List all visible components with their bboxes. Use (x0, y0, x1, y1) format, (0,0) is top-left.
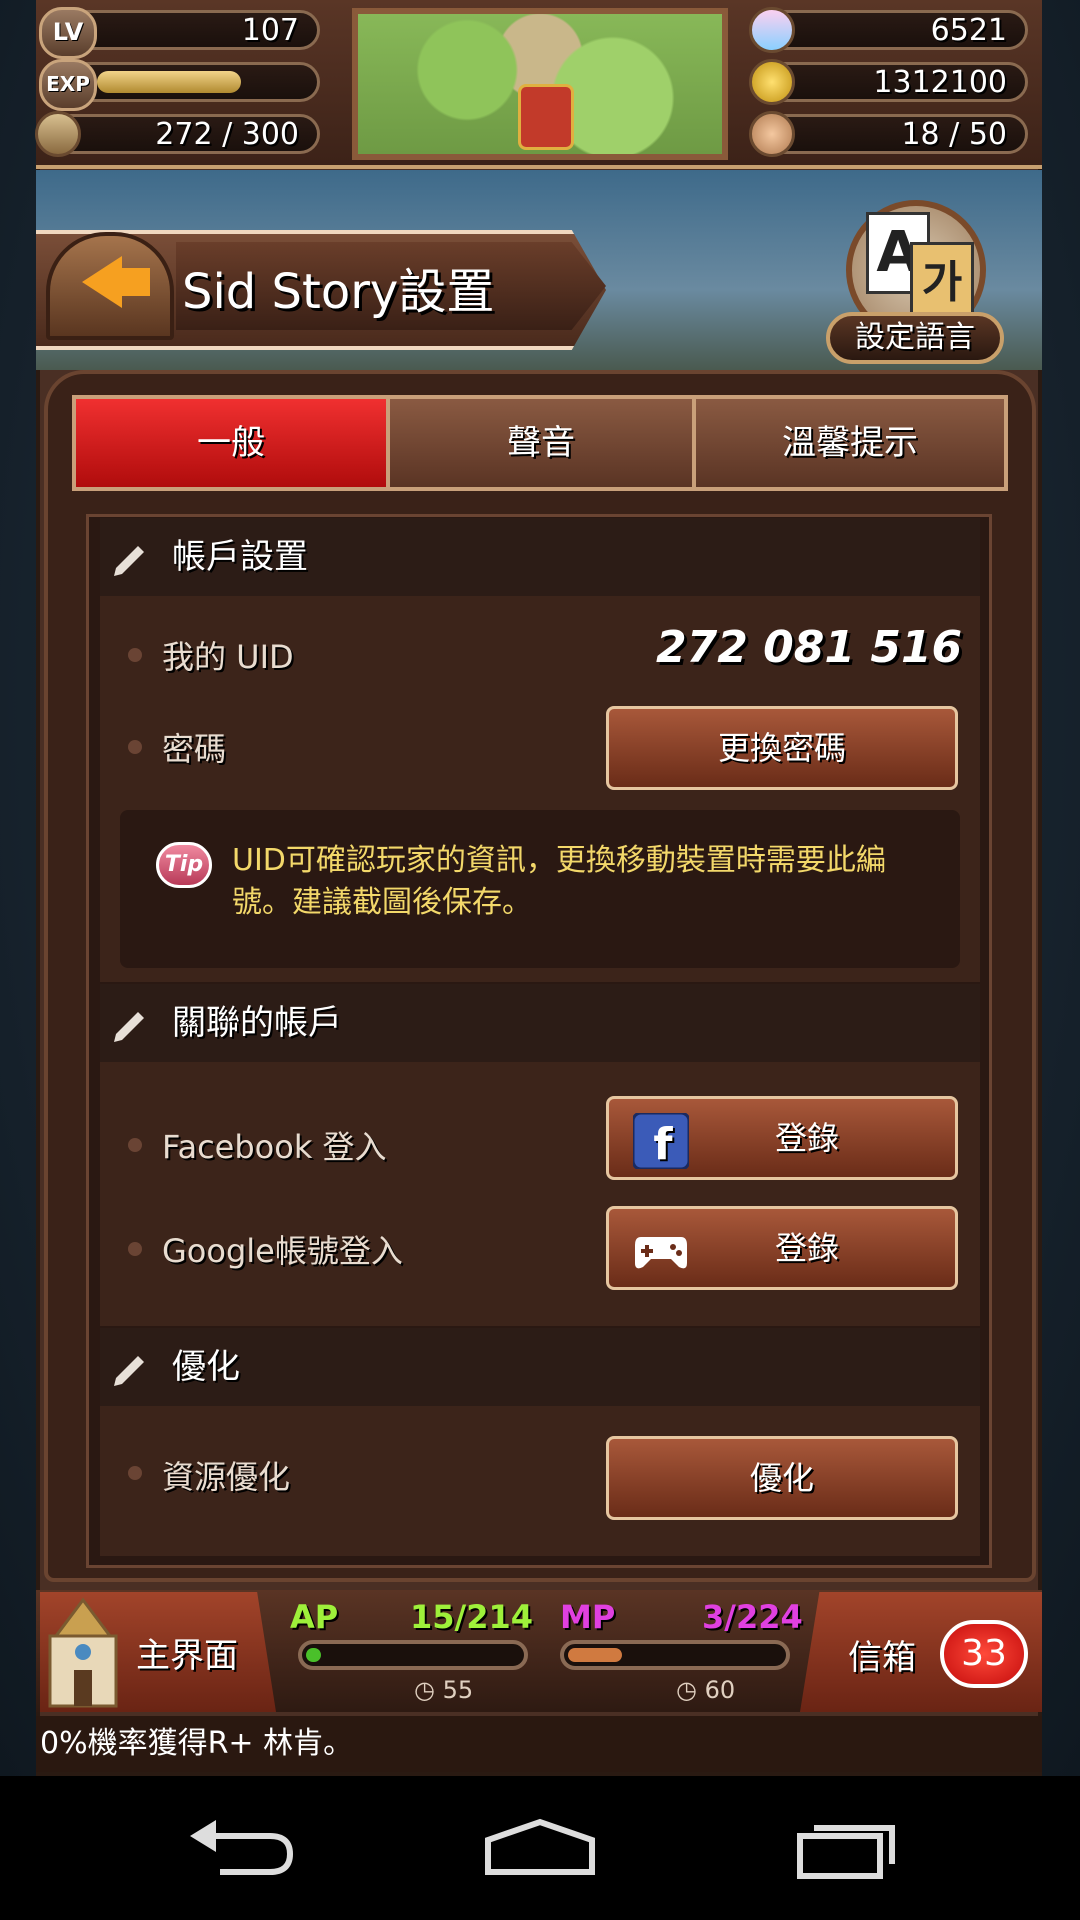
clock-icon: ◷ (414, 1676, 443, 1704)
gem-display[interactable]: 6521 (749, 7, 1028, 53)
linked-section-title: 關聯的帳戶 (172, 1003, 342, 1043)
password-label: 密碼 (162, 730, 227, 768)
facebook-login-label: 登錄 (775, 1119, 840, 1157)
facebook-icon: f (633, 1113, 689, 1169)
gold-display[interactable]: 1312100 (749, 59, 1028, 105)
mp-value: 3/224 (702, 1598, 803, 1636)
exp-fill (97, 71, 241, 93)
svg-text:f: f (653, 1119, 673, 1169)
home-label: 主界面 (136, 1636, 238, 1676)
back-arrow-icon (82, 256, 122, 308)
gold-value: 1312100 (873, 65, 1007, 100)
back-icon[interactable] (180, 1816, 300, 1880)
mp-label: MP (560, 1598, 616, 1636)
pencil-icon (114, 1356, 144, 1386)
optimize-button[interactable]: 優化 (606, 1436, 958, 1520)
tab-bar: 一般 聲音 溫馨提示 (72, 395, 1008, 491)
facebook-login-button[interactable]: f 登錄 (606, 1096, 958, 1180)
exp-bar: EXP (39, 59, 320, 111)
uid-label: 我的 UID (162, 638, 294, 676)
google-login-label: 登錄 (775, 1229, 840, 1267)
diamond-icon (749, 7, 795, 53)
ap-meter (298, 1640, 528, 1670)
tip-text: UID可確認玩家的資訊，更換移動裝置時需要此編號。建議截圖後保存。 (232, 843, 886, 920)
change-password-button[interactable]: 更換密碼 (606, 706, 958, 790)
ap-timer-value: 55 (442, 1676, 474, 1704)
language-button[interactable]: A 가 設定語言 (826, 200, 1006, 370)
level-display: LV 107 (39, 7, 320, 59)
account-section-title: 帳戶設置 (172, 537, 308, 577)
ap-value: 15/214 (410, 1598, 534, 1636)
uid-value: 272 081 516 (656, 622, 963, 673)
tip-box: Tip UID可確認玩家的資訊，更換移動裝置時需要此編號。建議截圖後保存。 (120, 810, 960, 968)
recents-icon[interactable] (780, 1816, 900, 1880)
account-section-header: 帳戶設置 (100, 518, 980, 596)
page-title: Sid Story設置 (182, 264, 495, 320)
coin-icon (749, 59, 795, 105)
castle-icon (48, 1597, 118, 1708)
android-nav-bar (0, 1776, 1080, 1920)
linked-section-header: 關聯的帳戶 (100, 984, 980, 1062)
resource-optimize-label: 資源優化 (162, 1458, 291, 1496)
gem-value: 6521 (930, 13, 1007, 48)
mp-fill (568, 1648, 622, 1662)
tab-sound[interactable]: 聲音 (386, 395, 696, 491)
tip-icon: Tip (156, 842, 212, 888)
mp-timer-value: 60 (704, 1676, 736, 1704)
level-badge: LV (39, 7, 97, 59)
pencil-icon (114, 546, 144, 576)
exp-badge: EXP (39, 59, 97, 111)
castle-emblem-icon (518, 84, 574, 150)
optimize-section-header: 優化 (100, 1328, 980, 1406)
google-login-button[interactable]: 登錄 (606, 1206, 958, 1290)
mail-count-badge: 33 (940, 1620, 1028, 1688)
ap-timer: ◷ 55 (414, 1676, 473, 1704)
friends-display[interactable]: 18 / 50 (749, 111, 1028, 157)
friends-value: 18 / 50 (901, 117, 1007, 152)
face-icon (749, 111, 795, 157)
ap-label: AP (290, 1598, 339, 1636)
stamina-value: 272 / 300 (155, 117, 299, 152)
clock-icon: ◷ (676, 1676, 705, 1704)
game-screen: LV 107 EXP 272 / 300 6521 1312100 18 / 5… (0, 0, 1080, 1776)
town-map-thumbnail[interactable] (352, 8, 728, 160)
gamepad-icon (635, 1237, 687, 1269)
mp-meter (560, 1640, 790, 1670)
google-label: Google帳號登入 (162, 1232, 403, 1270)
level-value: 107 (241, 13, 299, 48)
language-label: 設定語言 (826, 312, 1004, 364)
facebook-label: Facebook 登入 (162, 1128, 387, 1166)
card-icon (35, 111, 81, 157)
stamina-display: 272 / 300 (35, 111, 320, 157)
tab-general[interactable]: 一般 (72, 395, 390, 491)
ap-fill (306, 1648, 321, 1662)
pencil-icon (114, 1012, 144, 1042)
mailbox-label: 信箱 (848, 1638, 916, 1678)
tab-tips[interactable]: 溫馨提示 (692, 395, 1008, 491)
mp-timer: ◷ 60 (676, 1676, 735, 1704)
optimize-section-title: 優化 (172, 1347, 240, 1387)
news-ticker: 0%機率獲得R+ 林肯。 (36, 1716, 1042, 1772)
home-nav-icon[interactable] (480, 1816, 600, 1880)
